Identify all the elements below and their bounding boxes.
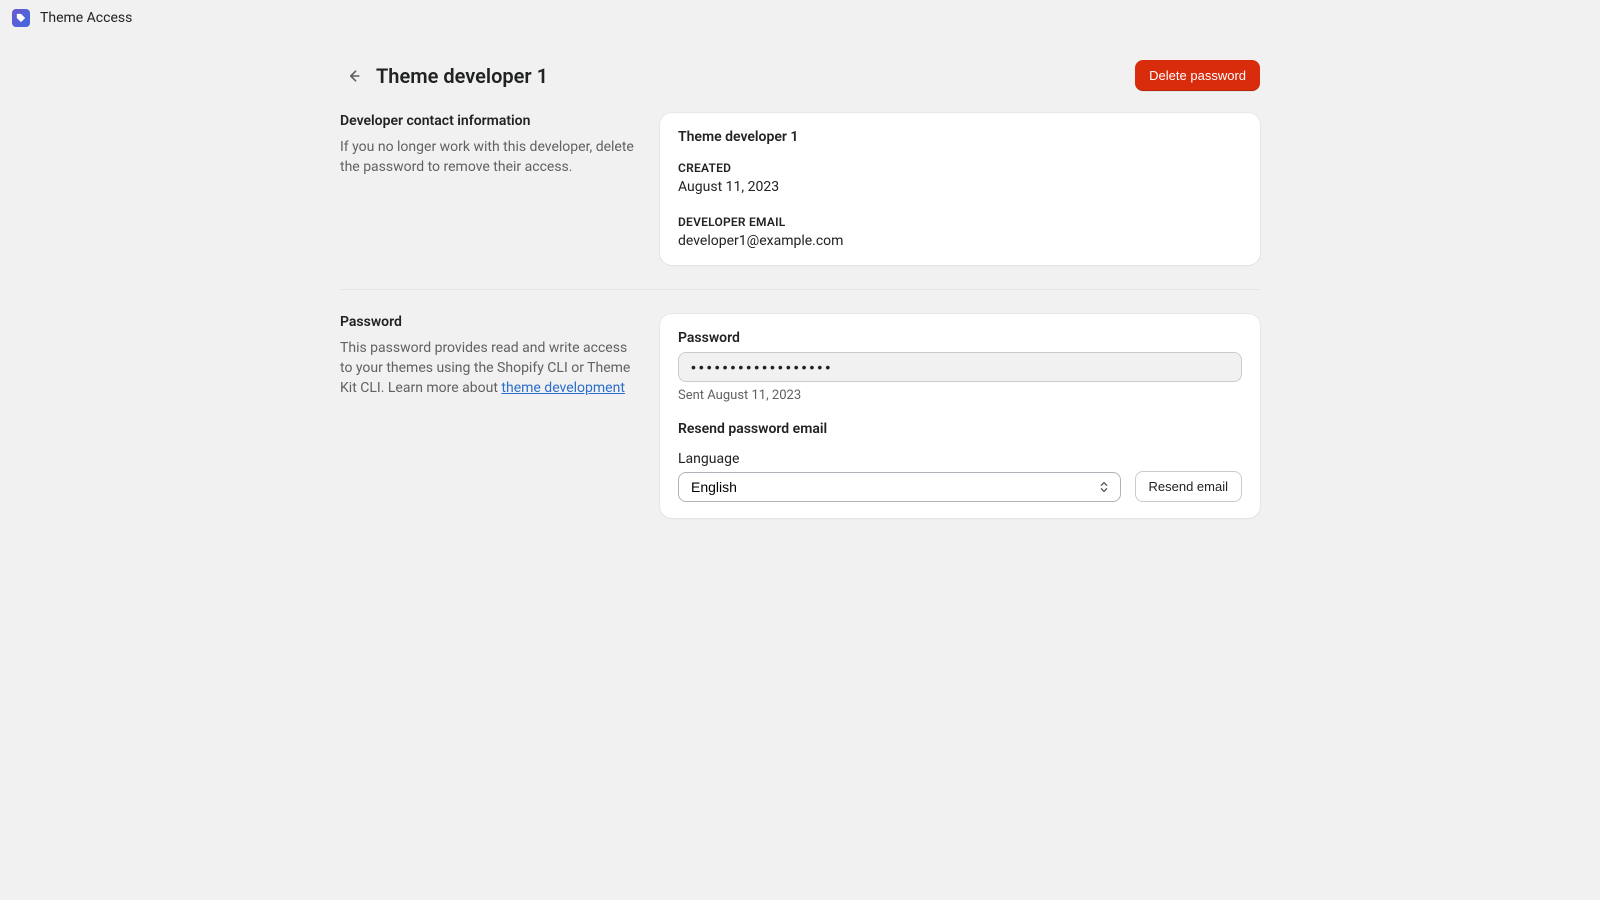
password-annotation-title: Password (340, 314, 640, 330)
contact-card-title: Theme developer 1 (678, 129, 1242, 145)
resend-email-button[interactable]: Resend email (1135, 471, 1243, 502)
back-button[interactable] (340, 62, 368, 90)
developer-email-value: developer1@example.com (678, 233, 1242, 249)
password-annotation-desc: This password provides read and write ac… (340, 338, 640, 398)
password-annotation: Password This password provides read and… (340, 314, 640, 518)
page: Theme developer 1 Delete password Develo… (320, 60, 1280, 542)
app-icon (12, 9, 30, 27)
arrow-left-icon (346, 68, 362, 84)
created-value: August 11, 2023 (678, 179, 1242, 195)
resend-row: English Resend email (678, 471, 1242, 502)
language-label: Language (678, 451, 1242, 467)
language-select[interactable]: English (678, 472, 1121, 502)
top-bar: Theme Access (0, 0, 1600, 36)
theme-development-link[interactable]: theme development (501, 380, 625, 396)
contact-annotation-title: Developer contact information (340, 113, 640, 129)
password-card: Password Sent August 11, 2023 Resend pas… (660, 314, 1260, 518)
password-section: Password This password provides read and… (340, 289, 1260, 542)
page-title: Theme developer 1 (376, 62, 1135, 90)
contact-annotation-desc: If you no longer work with this develope… (340, 137, 640, 177)
password-sent-text: Sent August 11, 2023 (678, 388, 1242, 403)
language-select-wrap: English (678, 472, 1121, 502)
resend-heading: Resend password email (678, 421, 1242, 437)
contact-section: Developer contact information If you no … (340, 113, 1260, 289)
developer-email-label: DEVELOPER EMAIL (678, 215, 1242, 229)
contact-card: Theme developer 1 CREATED August 11, 202… (660, 113, 1260, 265)
page-header: Theme developer 1 Delete password (340, 60, 1260, 91)
delete-password-button[interactable]: Delete password (1135, 60, 1260, 91)
password-input[interactable] (678, 352, 1242, 382)
tag-icon (16, 13, 26, 23)
contact-annotation: Developer contact information If you no … (340, 113, 640, 265)
created-label: CREATED (678, 161, 1242, 175)
app-name: Theme Access (40, 10, 132, 26)
password-field-label: Password (678, 330, 1242, 346)
